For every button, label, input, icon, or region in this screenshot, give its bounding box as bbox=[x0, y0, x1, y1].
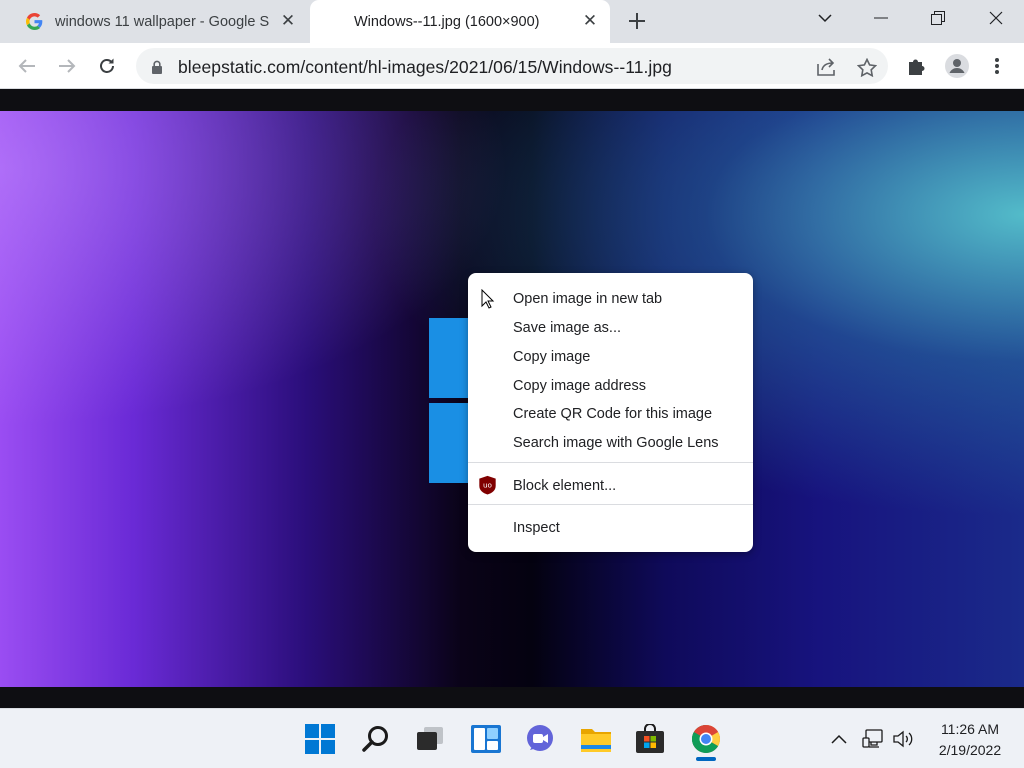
menu-separator bbox=[468, 462, 753, 463]
menu-item-copy-image[interactable]: Copy image bbox=[513, 349, 590, 365]
clock-time: 11:26 AM bbox=[940, 721, 1000, 737]
clock-date: 2/19/2022 bbox=[938, 742, 1002, 758]
tab-strip: windows 11 wallpaper - Google S ✕ Window… bbox=[0, 0, 1024, 43]
chrome-icon bbox=[692, 725, 720, 753]
arrow-right-icon bbox=[59, 59, 76, 73]
windows-start-icon bbox=[305, 724, 335, 754]
tab-google-search[interactable]: windows 11 wallpaper - Google S ✕ bbox=[8, 0, 308, 43]
chrome-button[interactable] bbox=[690, 723, 722, 755]
task-view-icon bbox=[417, 727, 443, 750]
taskbar: 11:26 AM 2/19/2022 bbox=[0, 708, 1024, 768]
back-button[interactable] bbox=[12, 51, 42, 81]
menu-item-inspect[interactable]: Inspect bbox=[513, 520, 560, 536]
menu-item-save-image-as[interactable]: Save image as... bbox=[513, 320, 621, 336]
arrow-left-icon bbox=[18, 59, 35, 73]
close-window-button[interactable] bbox=[968, 0, 1024, 36]
tab-search-button[interactable] bbox=[797, 0, 853, 36]
browser-toolbar: bleepstatic.com/content/hl-images/2021/0… bbox=[0, 43, 1024, 89]
network-button[interactable] bbox=[861, 728, 885, 750]
network-icon bbox=[862, 729, 883, 748]
ublock-origin-icon: uo bbox=[479, 475, 496, 495]
widgets-button[interactable] bbox=[470, 723, 502, 755]
menu-item-create-qr-code[interactable]: Create QR Code for this image bbox=[513, 406, 712, 422]
close-icon bbox=[989, 11, 1003, 25]
more-vertical-icon bbox=[995, 58, 999, 74]
star-icon bbox=[857, 57, 877, 77]
reload-button[interactable] bbox=[92, 51, 122, 81]
task-view-button[interactable] bbox=[414, 723, 446, 755]
menu-item-copy-image-address[interactable]: Copy image address bbox=[513, 378, 646, 394]
active-app-indicator bbox=[696, 757, 716, 761]
volume-icon bbox=[893, 730, 913, 748]
menu-separator bbox=[468, 504, 753, 505]
menu-item-block-element[interactable]: Block element... bbox=[513, 478, 616, 494]
search-icon bbox=[362, 726, 388, 752]
forward-button[interactable] bbox=[52, 51, 82, 81]
chevron-up-icon bbox=[831, 734, 847, 744]
search-button[interactable] bbox=[360, 723, 392, 755]
restore-button[interactable] bbox=[910, 0, 966, 36]
minimize-button[interactable] bbox=[853, 0, 909, 36]
svg-text:uo: uo bbox=[483, 481, 493, 490]
context-menu: Open image in new tab Save image as... C… bbox=[468, 273, 753, 552]
mouse-cursor-icon bbox=[481, 289, 495, 309]
start-button[interactable] bbox=[304, 723, 336, 755]
bookmark-button[interactable] bbox=[856, 56, 878, 78]
file-explorer-icon bbox=[581, 729, 611, 752]
tab-title: Windows--11.jpg (1600×900) bbox=[354, 13, 540, 30]
tab-windows-image[interactable]: Windows--11.jpg (1600×900) ✕ bbox=[310, 0, 610, 43]
volume-button[interactable] bbox=[892, 728, 916, 750]
chevron-down-icon bbox=[818, 13, 832, 22]
microsoft-store-button[interactable] bbox=[634, 723, 666, 755]
teams-chat-button[interactable] bbox=[524, 723, 556, 755]
clock[interactable]: 11:26 AM 2/19/2022 bbox=[924, 719, 1016, 761]
plus-icon bbox=[629, 13, 645, 29]
menu-item-search-google-lens[interactable]: Search image with Google Lens bbox=[513, 435, 719, 451]
windows-logo-image bbox=[429, 318, 469, 483]
menu-item-open-image-new-tab[interactable]: Open image in new tab bbox=[513, 291, 662, 307]
tab-close-icon[interactable]: ✕ bbox=[278, 11, 298, 31]
minimize-icon bbox=[874, 17, 888, 19]
restore-icon bbox=[931, 11, 945, 25]
microsoft-store-icon bbox=[636, 724, 664, 753]
tab-close-icon[interactable]: ✕ bbox=[580, 11, 600, 31]
lock-icon[interactable] bbox=[146, 56, 168, 78]
teams-chat-icon bbox=[527, 725, 553, 751]
menu-button[interactable] bbox=[982, 51, 1012, 81]
share-icon bbox=[817, 58, 835, 76]
show-hidden-icons-button[interactable] bbox=[827, 728, 851, 750]
google-g-icon bbox=[26, 13, 43, 30]
url-text: bleepstatic.com/content/hl-images/2021/0… bbox=[178, 57, 672, 77]
reload-icon bbox=[100, 58, 114, 73]
profile-button[interactable] bbox=[942, 51, 972, 81]
avatar-icon bbox=[945, 54, 969, 78]
extensions-button[interactable] bbox=[902, 51, 932, 81]
tab-title: windows 11 wallpaper - Google S bbox=[55, 13, 270, 30]
file-explorer-button[interactable] bbox=[580, 723, 612, 755]
new-tab-button[interactable] bbox=[624, 8, 650, 34]
widgets-icon bbox=[471, 725, 501, 753]
puzzle-piece-icon bbox=[909, 59, 925, 75]
share-button[interactable] bbox=[816, 56, 838, 78]
address-bar[interactable]: bleepstatic.com/content/hl-images/2021/0… bbox=[136, 48, 888, 84]
